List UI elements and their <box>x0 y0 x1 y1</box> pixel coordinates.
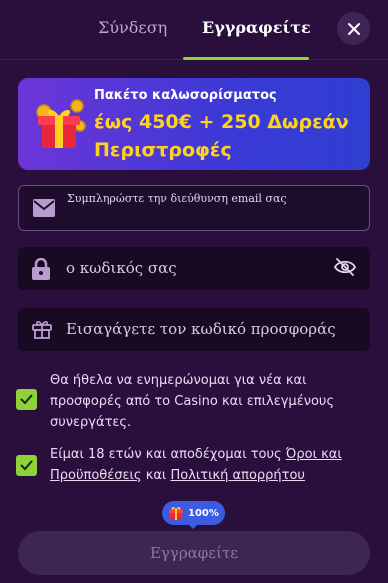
gift-box-icon <box>36 99 86 148</box>
promo-code-field[interactable]: Εισαγάγετε τον κωδικό προσφοράς <box>18 308 370 351</box>
password-placeholder: ο κωδικός σας <box>66 259 177 277</box>
age-terms-consent-text: Είμαι 18 ετών και αποδέχομαι τους Όροι κ… <box>50 444 350 486</box>
newsletter-checkbox[interactable] <box>16 389 37 410</box>
privacy-link[interactable]: Πολιτική απορρήτου <box>170 468 304 483</box>
register-submit-button[interactable]: Εγγραφείτε <box>18 531 370 575</box>
close-icon <box>347 22 360 35</box>
active-tab-indicator <box>183 57 309 60</box>
close-button[interactable] <box>337 12 370 45</box>
envelope-icon <box>33 199 55 217</box>
gift-icon <box>169 506 183 520</box>
age-terms-checkbox[interactable] <box>16 455 37 476</box>
lock-icon <box>32 258 50 280</box>
age-consent-prefix: Είμαι 18 ετών και αποδέχομαι τους <box>50 447 286 462</box>
banner-amount: έως 450€ + 250 Δωρεάν Περιστροφές <box>94 111 349 161</box>
promo-placeholder: Εισαγάγετε τον κωδικό προσφοράς <box>66 320 336 338</box>
password-field[interactable]: ο κωδικός σας <box>18 247 370 290</box>
progress-badge-pointer <box>187 523 199 529</box>
eye-off-icon[interactable] <box>334 257 356 277</box>
progress-badge: 100% <box>162 501 225 525</box>
auth-tabs: Σύνδεση Εγγραφείτε <box>0 0 388 60</box>
email-placeholder: Συμπληρώστε την διεύθυνση email σας <box>67 192 287 205</box>
age-consent-mid: και <box>141 468 171 483</box>
tab-login[interactable]: Σύνδεση <box>98 18 167 37</box>
checkmark-icon <box>20 460 33 471</box>
welcome-bonus-banner: Πακέτο καλωσορίσματος έως 450€ + 250 Δωρ… <box>18 78 370 170</box>
email-field[interactable]: Συμπληρώστε την διεύθυνση email σας <box>18 185 370 231</box>
checkmark-icon <box>20 394 33 405</box>
tab-register[interactable]: Εγγραφείτε <box>202 18 311 37</box>
banner-title: Πακέτο καλωσορίσματος <box>94 88 277 103</box>
gift-icon <box>32 321 52 339</box>
progress-percent: 100% <box>188 507 219 519</box>
newsletter-consent-text: Θα ήθελα να ενημερώνομαι για νέα και προ… <box>50 373 335 430</box>
